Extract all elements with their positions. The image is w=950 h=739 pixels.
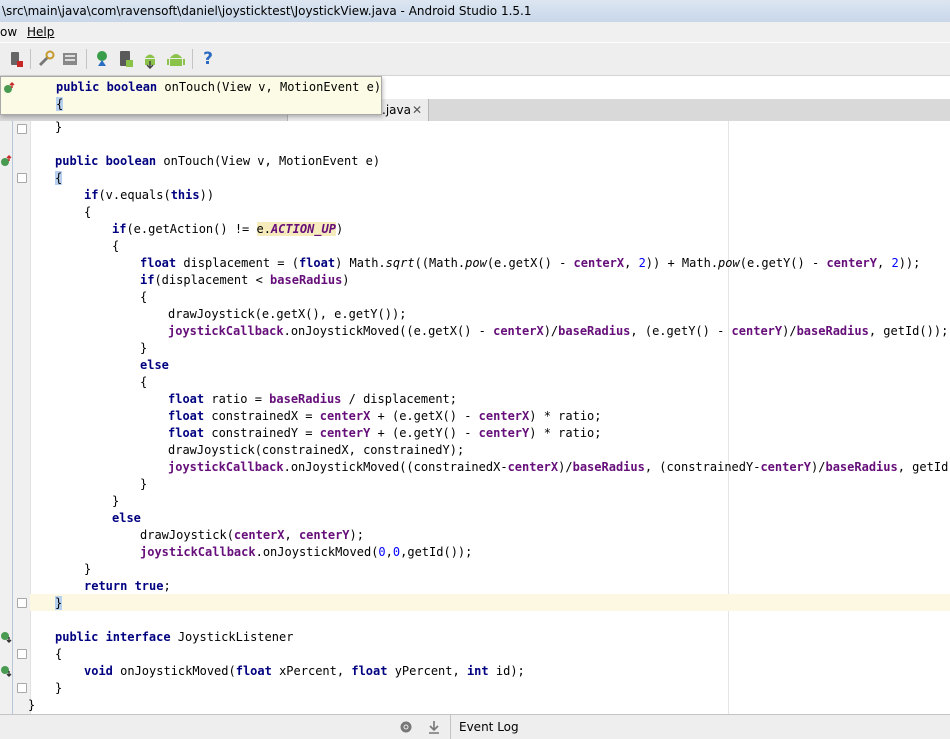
code-line: {	[84, 205, 92, 219]
code-line: public interface JoystickListener	[55, 630, 294, 644]
override-method-icon[interactable]	[0, 155, 12, 167]
code-line: if(displacement < baseRadius)	[140, 273, 350, 287]
code-line: float constrainedY = centerY + (e.getY()…	[168, 426, 602, 440]
close-icon[interactable]: ✕	[412, 99, 422, 121]
sdk-tools-icon[interactable]	[60, 49, 80, 69]
event-log-tab[interactable]: Event Log	[450, 715, 950, 739]
code-line: public boolean onTouch(View v, MotionEve…	[55, 154, 381, 168]
fold-marker[interactable]	[17, 124, 27, 134]
menu-item-window[interactable]: ow	[0, 22, 17, 42]
toolbar-separator	[30, 49, 31, 69]
hide-panel-icon[interactable]	[426, 719, 442, 735]
help-icon[interactable]: ?	[198, 49, 218, 69]
code-line: }	[140, 341, 148, 355]
code-line: {	[140, 290, 148, 304]
code-line: else	[112, 511, 141, 525]
android-monitor-icon[interactable]	[140, 49, 160, 69]
menu-item-help-label: Help	[27, 25, 55, 39]
code-editor[interactable]: } public boolean onTouch(View v, MotionE…	[0, 121, 950, 714]
code-line: joystickCallback.onJoystickMoved((constr…	[168, 460, 950, 474]
fold-marker[interactable]	[17, 598, 27, 608]
status-bar: Event Log	[0, 714, 950, 739]
avd-manager-icon[interactable]	[116, 49, 136, 69]
code-line: {	[55, 171, 63, 185]
implemented-interface-icon[interactable]	[0, 631, 12, 643]
code-line: {	[55, 647, 63, 661]
window-title: \src\main\java\com\ravensoft\daniel\joys…	[2, 4, 532, 18]
code-line: {	[140, 375, 148, 389]
code-line: }	[28, 698, 36, 712]
event-log-label: Event Log	[459, 720, 519, 734]
code-line: if(e.getAction() != e.ACTION_UP)	[112, 222, 344, 236]
tab-label: .java	[382, 103, 411, 117]
gear-icon[interactable]	[398, 719, 414, 735]
main-toolbar: ?	[0, 43, 950, 76]
window-title-bar: \src\main\java\com\ravensoft\daniel\joys…	[0, 0, 950, 23]
popup-line: public boolean onTouch(View v, MotionEve…	[56, 80, 382, 94]
toolbar-separator	[86, 49, 87, 69]
code-line: float ratio = baseRadius / displacement;	[168, 392, 457, 406]
menu-item-help[interactable]: Help	[27, 22, 54, 42]
editor-gutter	[0, 121, 31, 714]
code-line: else	[140, 358, 169, 372]
code-line: }	[55, 681, 63, 695]
override-method-icon	[4, 82, 15, 93]
sync-gradle-icon[interactable]	[92, 49, 112, 69]
fold-marker[interactable]	[17, 649, 27, 659]
toolbar-separator	[192, 49, 193, 69]
code-line: }	[55, 596, 63, 610]
popup-line: {	[56, 97, 64, 111]
code-line: joystickCallback.onJoystickMoved((e.getX…	[168, 324, 949, 338]
code-line: }	[140, 477, 148, 491]
right-margin-guide	[728, 121, 729, 714]
code-line: }	[112, 494, 120, 508]
code-line: drawJoystick(centerX, centerY);	[140, 528, 364, 542]
code-line: void onJoystickMoved(float xPercent, flo…	[84, 664, 525, 678]
code-line: if(v.equals(this))	[84, 188, 215, 202]
fold-marker[interactable]	[17, 683, 27, 693]
code-line: return true;	[84, 579, 171, 593]
android-device-icon[interactable]	[6, 49, 26, 69]
code-line: float displacement = (float) Math.sqrt((…	[140, 256, 921, 270]
fold-marker[interactable]	[17, 173, 27, 183]
code-line: }	[84, 562, 92, 576]
implemented-method-icon[interactable]	[0, 665, 12, 677]
code-line: drawJoystick(e.getX(), e.getY());	[168, 307, 407, 321]
fold-guide-line	[12, 121, 13, 714]
caret-line-highlight	[30, 594, 950, 611]
code-line: {	[112, 239, 120, 253]
code-line: }	[55, 121, 63, 134]
menu-bar: ow Help	[0, 22, 950, 42]
code-line: float constrainedX = centerX + (e.getX()…	[168, 409, 602, 423]
scope-peek-popup: public boolean onTouch(View v, MotionEve…	[0, 76, 382, 115]
project-structure-icon[interactable]	[36, 49, 56, 69]
android-logo-icon[interactable]	[166, 49, 186, 69]
code-line: drawJoystick(constrainedX, constrainedY)…	[168, 443, 465, 457]
code-line: joystickCallback.onJoystickMoved(0,0,get…	[140, 545, 473, 559]
